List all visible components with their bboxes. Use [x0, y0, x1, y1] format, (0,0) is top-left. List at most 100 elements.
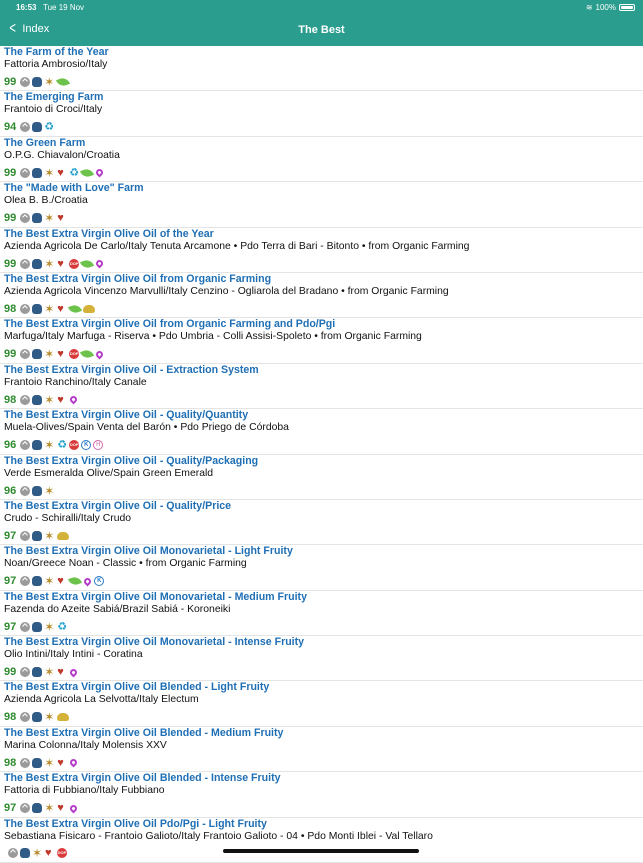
item-title: The Best Extra Virgin Olive Oil Monovari… [4, 545, 293, 558]
list-item[interactable]: The Best Extra Virgin Olive Oil from Org… [0, 318, 643, 364]
list-item[interactable]: The Best Extra Virgin Olive Oil Pdo/Pgi … [0, 818, 643, 863]
list-item[interactable]: The Best Extra Virgin Olive Oil Blended … [0, 726, 643, 773]
item-score: 99 [4, 348, 17, 361]
star-icon: ✶ [44, 392, 55, 407]
halal-icon: H [93, 440, 104, 451]
heart-icon: ♥ [57, 756, 64, 769]
pin-icon [68, 803, 79, 814]
pin-icon [82, 576, 93, 587]
item-title: The Best Extra Virgin Olive Oil Blended … [4, 772, 281, 785]
home-indicator[interactable] [223, 849, 419, 853]
recycle-icon: ♻ [69, 166, 80, 179]
list-item[interactable]: The Best Extra Virgin Olive Oil Monovari… [0, 545, 643, 591]
heart-icon: ♥ [57, 802, 64, 815]
item-score: 97 [4, 575, 17, 588]
item-title: The Best Extra Virgin Olive Oil Blended … [4, 681, 270, 694]
item-title: The Best Extra Virgin Olive Oil from Org… [4, 318, 336, 331]
item-score: 98 [4, 711, 17, 724]
item-subtitle: Crudo - Schiralli/Italy Crudo [4, 512, 132, 524]
recycle-icon: ♻ [57, 439, 68, 452]
list-item[interactable]: The Best Extra Virgin Olive Oil Monovari… [0, 636, 643, 682]
pin-icon [68, 394, 79, 405]
kosher-icon: K [81, 440, 92, 451]
extraction-icon [20, 485, 31, 496]
item-score: 97 [4, 802, 17, 815]
item-score: 99 [4, 257, 17, 270]
item-badges: 97 ✶ [4, 530, 70, 542]
extraction-icon [20, 576, 31, 587]
list-item[interactable]: The Green Farm O.P.G. Chiavalon/Croatia 99… [0, 137, 643, 183]
item-title: The Best Extra Virgin Olive Oil Blended … [4, 726, 284, 739]
extraction-icon [20, 394, 31, 405]
list-item[interactable]: The Best Extra Virgin Olive Oil from Org… [0, 272, 643, 319]
item-badges: 99 ✶ ♥ [4, 666, 79, 678]
leaf-icon [56, 76, 71, 88]
item-score: 99 [4, 212, 17, 225]
leaf-icon [68, 303, 83, 315]
item-badges: 97 ✶ ♥ [4, 802, 79, 815]
heart-icon: ♥ [57, 212, 64, 225]
list-item[interactable]: The Best Extra Virgin Olive Oil - Extrac… [0, 363, 643, 410]
star-icon: ✶ [44, 211, 55, 226]
item-score: 99 [4, 76, 17, 88]
extraction-icon [20, 77, 31, 87]
item-score: 98 [4, 302, 17, 315]
item-subtitle: Frantoio Ranchino/Italy Canale [4, 376, 147, 388]
list-item[interactable]: The Best Extra Virgin Olive Oil of the Y… [0, 228, 643, 273]
item-badges: 96 ✶ ♻ DOP K H [4, 439, 104, 452]
list-item[interactable]: The Best Extra Virgin Olive Oil Blended … [0, 681, 643, 727]
list-item[interactable]: The Emerging Farm Frantoio di Croci/Italy… [0, 91, 643, 137]
item-title: The Best Extra Virgin Olive Oil Monovari… [4, 590, 307, 603]
kosher-icon: K [94, 576, 105, 587]
item-badges: 98 ✶ ♥ [4, 392, 79, 407]
bottle-icon [32, 394, 43, 405]
pin-icon [68, 667, 79, 678]
item-badges: 99 ✶ ♥ DOP [4, 348, 105, 361]
list-item[interactable]: The Best Extra Virgin Olive Oil - Qualit… [0, 409, 643, 455]
list-item[interactable]: The Best Extra Virgin Olive Oil - Qualit… [0, 455, 643, 500]
bottle-icon [32, 213, 43, 224]
leaf-icon [80, 166, 95, 179]
list-item[interactable]: The Best Extra Virgin Olive Oil Monovari… [0, 590, 643, 637]
item-score: 96 [4, 484, 17, 497]
item-title: The Best Extra Virgin Olive Oil - Qualit… [4, 499, 232, 512]
bottle-icon [32, 530, 43, 541]
extraction-icon [20, 667, 31, 678]
item-score: 94 [4, 121, 17, 134]
list-item[interactable]: The Best Extra Virgin Olive Oil Blended … [0, 772, 643, 818]
chick-icon [57, 531, 70, 540]
bottle-icon [32, 757, 43, 768]
dop-icon: DOP [69, 349, 80, 360]
heart-icon: ♥ [57, 348, 64, 361]
item-title: The Best Extra Virgin Olive Oil - Qualit… [4, 454, 259, 467]
bottle-icon [20, 847, 30, 858]
star-icon: ✶ [44, 75, 55, 89]
star-icon: ✶ [44, 574, 55, 589]
status-date: Tue 19 Nov [43, 3, 85, 12]
extraction-icon [20, 303, 31, 314]
star-icon: ✶ [44, 483, 55, 498]
item-title: The Best Extra Virgin Olive Oil - Extrac… [4, 363, 259, 376]
list-item[interactable]: The "Made with Love" Farm Olea B. B./Croa… [0, 182, 643, 228]
battery-percent: 100% [595, 3, 616, 12]
item-subtitle: Muela-Olives/Spain Venta del Barón • Pdo… [4, 422, 289, 434]
extraction-icon [20, 349, 31, 360]
heart-icon: ♥ [57, 575, 64, 588]
bottle-icon [32, 303, 43, 314]
extraction-icon [8, 847, 18, 858]
bottle-icon [32, 122, 43, 133]
item-title: The Farm of the Year [4, 46, 109, 58]
heart-icon: ♥ [45, 846, 52, 859]
bottle-icon [32, 440, 43, 451]
item-title: The Best Extra Virgin Olive Oil from Org… [4, 272, 272, 285]
extraction-icon [20, 213, 31, 224]
item-title: The Best Extra Virgin Olive Oil of the Y… [4, 227, 214, 240]
list-item[interactable]: The Farm of the Year Fattoria Ambrosio/It… [0, 46, 643, 92]
item-subtitle: Fattoria Ambrosio/Italy [4, 59, 108, 70]
item-badges: ✶ ♥ DOP [4, 846, 67, 859]
bottle-icon [32, 621, 43, 632]
list-item[interactable]: The Best Extra Virgin Olive Oil - Qualit… [0, 499, 643, 546]
item-subtitle: Marina Colonna/Italy Molensis XXV [4, 739, 167, 751]
page-title: The Best [298, 24, 345, 36]
item-badges: 94 ♻ [4, 121, 54, 133]
